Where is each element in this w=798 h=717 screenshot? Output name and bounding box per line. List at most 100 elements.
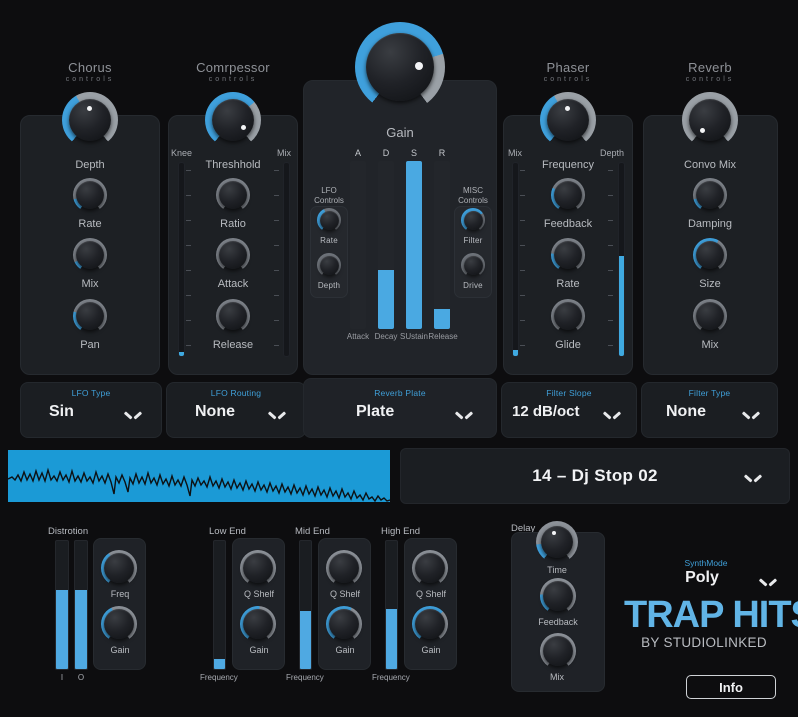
compressor-release-cap	[219, 302, 247, 330]
phaser-frequency-knob[interactable]	[540, 92, 596, 148]
reverb-size-cap	[696, 241, 724, 269]
distortion-gain-label: Gain	[94, 645, 146, 655]
delay-time-cap	[541, 526, 573, 558]
low-end-q-shelf-knob[interactable]	[240, 550, 276, 586]
compressor-knee-fill	[179, 352, 184, 356]
compressor-threshold-knob[interactable]	[205, 92, 261, 148]
adsr-attack-top-label: A	[343, 148, 373, 158]
preset-selector[interactable]: 14 – Dj Stop 02	[400, 448, 790, 504]
chevron-down-icon[interactable]	[745, 472, 761, 482]
chorus-rate-knob[interactable]	[73, 178, 107, 212]
filter-slope-label: Filter Slope	[502, 388, 636, 398]
compressor-attack-knob[interactable]	[216, 238, 250, 272]
mid-end-frequency-fill	[300, 611, 311, 669]
low-end-gain-label: Gain	[233, 645, 285, 655]
distortion-gain-knob[interactable]	[101, 606, 137, 642]
chorus-mix-cap	[76, 241, 104, 269]
chevron-down-icon[interactable]	[456, 409, 472, 419]
brand-logo: TRAP HITS BY STUDIOLINKED	[624, 596, 784, 651]
lfo-routing-label: LFO Routing	[167, 388, 305, 398]
chorus-subtitle-text: controls	[10, 76, 170, 83]
phaser-depth-fill	[619, 256, 624, 356]
distortion-input-label: I	[53, 673, 71, 682]
info-button-label: Info	[719, 680, 743, 695]
compressor-mix-ticks	[274, 170, 280, 350]
low-end-gain-knob[interactable]	[240, 606, 276, 642]
high-end-frequency-slider[interactable]	[385, 540, 398, 670]
distortion-freq-knob[interactable]	[101, 550, 137, 586]
adsr-attack-slider[interactable]	[350, 161, 366, 329]
lfo-title-line1: LFO	[321, 186, 337, 195]
lfo-depth-knob[interactable]	[317, 253, 341, 277]
compressor-ratio-knob[interactable]	[216, 178, 250, 212]
compressor-knee-slider[interactable]	[178, 162, 185, 357]
phaser-mix-slider[interactable]	[512, 162, 519, 357]
chevron-down-icon[interactable]	[125, 409, 141, 419]
mid-end-title: Mid End	[295, 526, 330, 537]
chorus-pan-knob[interactable]	[73, 299, 107, 333]
reverb-convo-mix-knob[interactable]	[682, 92, 738, 148]
filter-type-label: Filter Type	[642, 388, 777, 398]
phaser-depth-slider[interactable]	[618, 162, 625, 357]
lfo-type-dropdown[interactable]: LFO Type Sin	[20, 382, 162, 438]
compressor-release-knob[interactable]	[216, 299, 250, 333]
chorus-mix-knob[interactable]	[73, 238, 107, 272]
phaser-depth-ticks	[608, 170, 614, 350]
preset-name: 14 – Dj Stop 02	[401, 449, 789, 503]
waveform-preset-row: 14 – Dj Stop 02	[0, 446, 798, 508]
misc-filter-knob[interactable]	[461, 208, 485, 232]
adsr-sustain-slider[interactable]	[406, 161, 422, 329]
compressor-title: Comrpessor controls	[153, 60, 313, 83]
reverb-size-knob[interactable]	[693, 238, 727, 272]
adsr-decay-slider[interactable]	[378, 161, 394, 329]
phaser-rate-knob[interactable]	[551, 238, 585, 272]
lfo-rate-knob[interactable]	[317, 208, 341, 232]
adsr-release-slider[interactable]	[434, 161, 450, 329]
filter-type-dropdown[interactable]: Filter Type None	[641, 382, 778, 438]
mid-end-q-shelf-knob[interactable]	[326, 550, 362, 586]
compressor-mix-slider[interactable]	[283, 162, 290, 357]
synth-mode-label: SynthMode	[646, 558, 766, 568]
delay-mix-knob[interactable]	[540, 633, 576, 669]
reverb-plate-dropdown[interactable]: Reverb Plate Plate	[303, 378, 497, 438]
waveform-display[interactable]	[8, 450, 390, 502]
adsr-release-bottom-label: Release	[424, 332, 462, 341]
chevron-down-icon[interactable]	[743, 409, 759, 419]
filter-slope-dropdown[interactable]: Filter Slope 12 dB/oct	[501, 382, 637, 438]
reverb-title: Reverb controls	[630, 60, 790, 83]
high-end-gain-knob[interactable]	[412, 606, 448, 642]
phaser-feedback-knob[interactable]	[551, 178, 585, 212]
chevron-down-icon[interactable]	[269, 409, 285, 419]
phaser-frequency-label: Frequency	[528, 159, 608, 171]
reverb-mix-knob[interactable]	[693, 299, 727, 333]
distortion-output-fill	[75, 590, 87, 669]
phaser-glide-knob[interactable]	[551, 299, 585, 333]
chorus-title: Chorus controls	[10, 60, 170, 83]
delay-feedback-knob[interactable]	[540, 578, 576, 614]
synth-mode-value[interactable]: Poly	[652, 569, 752, 587]
mid-end-q-shelf-label: Q Shelf	[319, 589, 371, 599]
chevron-down-icon[interactable]	[760, 576, 776, 586]
mid-end-gain-knob[interactable]	[326, 606, 362, 642]
chorus-rate-label: Rate	[50, 218, 130, 230]
adsr-release-top-label: R	[427, 148, 457, 158]
reverb-plate-label: Reverb Plate	[304, 388, 496, 398]
reverb-damping-knob[interactable]	[693, 178, 727, 212]
low-end-frequency-slider[interactable]	[213, 540, 226, 670]
compressor-ratio-cap	[219, 181, 247, 209]
misc-drive-knob[interactable]	[461, 253, 485, 277]
brand-title: TRAP HITS	[624, 596, 784, 634]
phaser-frequency-indicator	[565, 106, 570, 111]
mid-end-frequency-slider[interactable]	[299, 540, 312, 670]
info-button[interactable]: Info	[686, 675, 776, 699]
adsr-sustain-fill	[406, 161, 422, 329]
delay-time-knob[interactable]	[536, 521, 578, 563]
lfo-routing-dropdown[interactable]: LFO Routing None	[166, 382, 306, 438]
chorus-depth-knob[interactable]	[62, 92, 118, 148]
chevron-down-icon[interactable]	[604, 409, 620, 419]
high-end-q-shelf-knob[interactable]	[412, 550, 448, 586]
gain-knob[interactable]	[355, 22, 445, 112]
misc-drive-label: Drive	[452, 281, 494, 290]
plugin-window: Chorus controls Depth Rate Mix Pan Comrp	[0, 0, 798, 717]
compressor-threshold-indicator	[241, 125, 246, 130]
